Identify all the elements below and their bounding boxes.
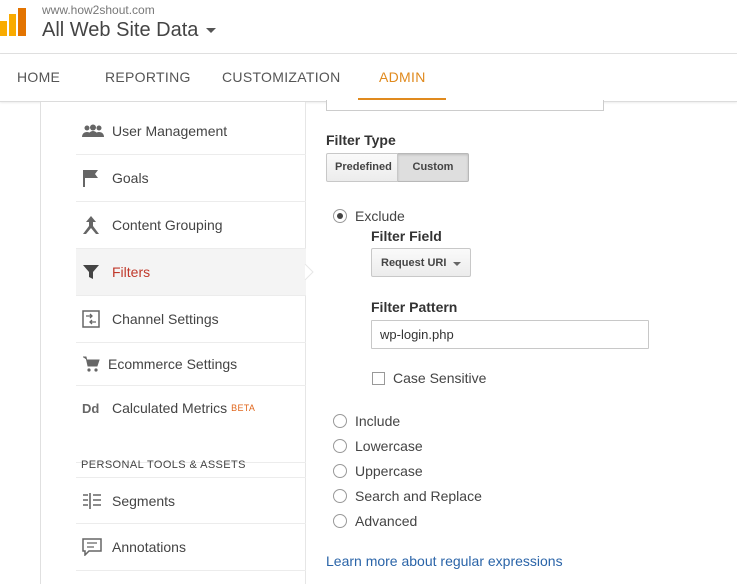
radio-icon (333, 414, 347, 428)
channel-settings-icon (82, 310, 112, 328)
filter-type-label: Filter Type (326, 132, 396, 148)
filter-type-toggle: Predefined Custom (326, 153, 469, 182)
chevron-down-icon (453, 262, 461, 266)
sidebar-item-label: User Management (112, 123, 228, 139)
radio-label: Include (355, 413, 401, 429)
radio-advanced[interactable]: Advanced (333, 512, 417, 530)
radio-checked-icon (333, 209, 347, 223)
dd-icon: Dd (82, 400, 100, 416)
custom-button[interactable]: Custom (398, 153, 469, 182)
radio-icon (333, 514, 347, 528)
sidebar-item-label: Annotations (112, 539, 186, 555)
filter-icon (82, 263, 112, 281)
sidebar-item-goals[interactable]: Goals (76, 155, 306, 202)
filter-field-select[interactable]: Request URI (371, 248, 471, 277)
users-icon (82, 124, 112, 138)
radio-icon (333, 489, 347, 503)
sidebar-item-label: Calculated Metrics (112, 400, 228, 416)
radio-search-and-replace[interactable]: Search and Replace (333, 487, 482, 505)
sidebar-item-filters[interactable]: Filters (76, 249, 306, 296)
admin-sidebar: User Management Goals Content Grouping F… (40, 102, 306, 584)
filter-name-input-partial[interactable] (326, 100, 604, 111)
annotations-icon (82, 538, 112, 556)
view-name: All Web Site Data (42, 19, 199, 41)
predefined-button[interactable]: Predefined (326, 153, 398, 182)
radio-icon (333, 464, 347, 478)
checkbox-icon (372, 371, 385, 385)
top-nav: HOME REPORTING CUSTOMIZATION ADMIN (0, 54, 737, 102)
sidebar-item-segments[interactable]: Segments (76, 477, 306, 524)
filter-pattern-label: Filter Pattern (371, 299, 458, 315)
sidebar-item-label: Channel Settings (112, 311, 219, 327)
filter-pattern-input[interactable] (371, 320, 649, 349)
radio-label: Lowercase (355, 438, 423, 454)
section-heading: PERSONAL TOOLS & ASSETS (81, 459, 246, 471)
filter-field-value: Request URI (381, 256, 447, 269)
radio-label: Exclude (355, 208, 405, 224)
active-item-pointer (304, 264, 314, 280)
segments-icon (82, 492, 112, 510)
sidebar-item-content-grouping[interactable]: Content Grouping (76, 202, 306, 249)
sidebar-item-label: Content Grouping (112, 217, 223, 233)
radio-exclude[interactable]: Exclude (333, 207, 405, 225)
sidebar-item-user-management[interactable]: User Management (76, 108, 306, 155)
sidebar-item-channel-settings[interactable]: Channel Settings (76, 296, 306, 343)
cart-icon (82, 356, 108, 372)
checkbox-label: Case Sensitive (393, 370, 487, 386)
sidebar-item-annotations[interactable]: Annotations (76, 524, 306, 571)
view-selector[interactable]: All Web Site Data (42, 19, 217, 42)
case-sensitive-checkbox[interactable]: Case Sensitive (372, 370, 486, 386)
content-grouping-icon (82, 215, 112, 235)
sidebar-item-calculated-metrics[interactable]: Dd Calculated Metrics BETA (76, 386, 306, 430)
filter-field-label: Filter Field (371, 228, 442, 244)
flag-icon (82, 169, 112, 187)
radio-lowercase[interactable]: Lowercase (333, 437, 423, 455)
radio-label: Search and Replace (355, 488, 482, 504)
sidebar-item-ecommerce-settings[interactable]: Ecommerce Settings (76, 343, 306, 386)
sidebar-item-label: Segments (112, 492, 176, 509)
sidebar-item-label: Filters (112, 264, 151, 280)
analytics-logo-icon (0, 8, 26, 36)
beta-badge: BETA (231, 403, 256, 413)
site-url: www.how2shout.com (42, 3, 155, 17)
radio-label: Uppercase (355, 463, 423, 479)
radio-include[interactable]: Include (333, 412, 400, 430)
tab-admin[interactable]: ADMIN (379, 54, 426, 101)
radio-uppercase[interactable]: Uppercase (333, 462, 423, 480)
header: www.how2shout.com All Web Site Data (0, 0, 737, 54)
tab-customization[interactable]: CUSTOMIZATION (222, 54, 341, 101)
tab-home[interactable]: HOME (17, 54, 60, 101)
radio-icon (333, 439, 347, 453)
chevron-down-icon (206, 28, 217, 33)
tab-reporting[interactable]: REPORTING (105, 54, 191, 101)
learn-more-link[interactable]: Learn more about regular expressions (326, 553, 563, 569)
sidebar-item-label: Goals (112, 170, 149, 186)
sidebar-item-label: Ecommerce Settings (108, 356, 238, 372)
radio-label: Advanced (355, 513, 418, 529)
